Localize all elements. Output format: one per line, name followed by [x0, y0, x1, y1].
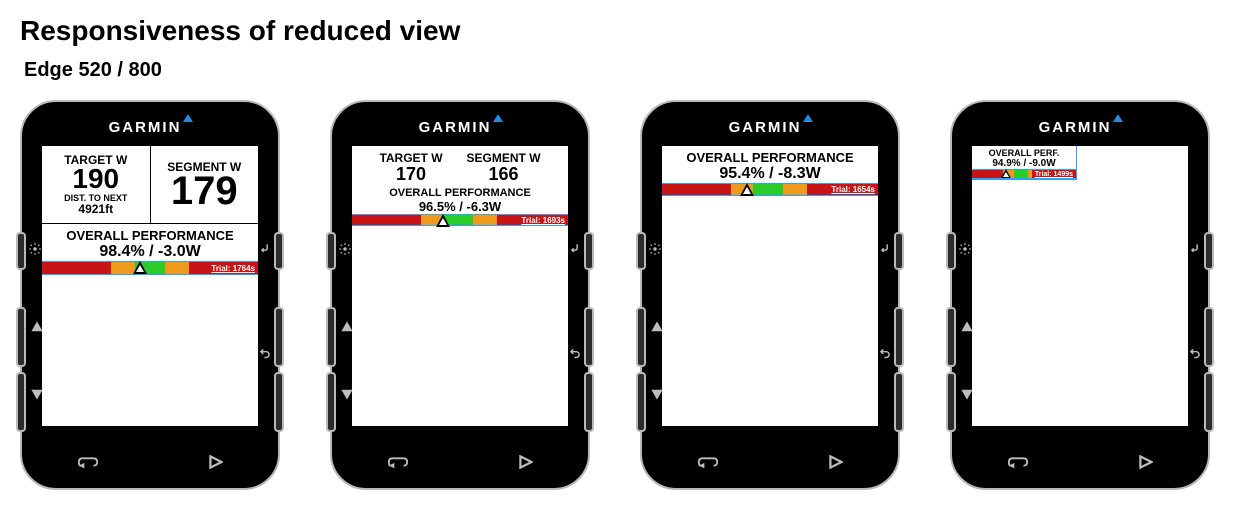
brightness-icon [646, 242, 664, 256]
side-button[interactable] [1204, 372, 1214, 432]
lap-icon [77, 453, 99, 474]
down-icon [958, 387, 976, 401]
up-icon [648, 320, 666, 334]
garmin-logo: GARMIN [1039, 116, 1122, 138]
top-fields: TARGET W 190 DIST. TO NEXT 4921ft SEGMEN… [42, 146, 258, 224]
page-subtitle: Edge 520 / 800 [20, 59, 1220, 82]
target-value: 170 [379, 164, 442, 185]
lap-icon [697, 453, 719, 474]
perf-value: 95.4% / -8.3W [662, 165, 878, 183]
back-icon [1186, 347, 1204, 361]
perf-gauge: Trial: 1764s [42, 261, 258, 275]
segment-value: 179 [171, 173, 238, 209]
side-button[interactable] [636, 307, 646, 367]
side-button[interactable] [894, 232, 904, 270]
screen: OVERALL PERFORMANCE 95.4% / -8.3W Trial:… [662, 146, 878, 426]
enter-icon [877, 242, 895, 256]
side-button[interactable] [946, 232, 956, 270]
side-button[interactable] [16, 232, 26, 270]
garmin-logo: GARMIN [109, 116, 192, 138]
device-3: GARMIN OVERALL PERFORMANCE 95.4% / -8.3W… [640, 100, 900, 490]
side-button[interactable] [16, 372, 26, 432]
play-icon [1139, 453, 1153, 474]
trial-badge: Trial: 1654s [828, 184, 878, 195]
enter-icon [567, 242, 585, 256]
side-button[interactable] [584, 232, 594, 270]
dist-value: 4921ft [78, 203, 113, 215]
perf-gauge: Trial: 1654s [662, 183, 878, 196]
play-icon [519, 453, 533, 474]
side-button[interactable] [894, 372, 904, 432]
side-button[interactable] [326, 307, 336, 367]
side-button[interactable] [326, 232, 336, 270]
perf-value: 94.9% / -9.0W [972, 158, 1076, 169]
screen: OVERALL PERF. 94.9% / -9.0W Trial: 1499s [972, 146, 1188, 426]
trial-badge: Trial: 1499s [1032, 170, 1076, 178]
brightness-icon [26, 242, 44, 256]
side-button[interactable] [636, 232, 646, 270]
segment-label: SEGMENT W [467, 152, 541, 164]
lap-icon [1007, 453, 1029, 474]
up-icon [28, 320, 46, 334]
perf-block: OVERALL PERFORMANCE 96.5% / -6.3W [352, 185, 568, 214]
perf-label: OVERALL PERFORMANCE [662, 150, 878, 165]
side-button[interactable] [274, 372, 284, 432]
enter-icon [257, 242, 275, 256]
device-4: GARMIN OVERALL PERF. 94.9% / -9.0W Trial… [950, 100, 1210, 490]
screen: TARGET W 190 DIST. TO NEXT 4921ft SEGMEN… [42, 146, 258, 426]
top-fields: TARGET W 170 SEGMENT W 166 [352, 146, 568, 185]
target-label: TARGET W [379, 152, 442, 164]
play-icon [209, 453, 223, 474]
side-button[interactable] [584, 307, 594, 367]
garmin-logo: GARMIN [729, 116, 812, 138]
side-button[interactable] [894, 307, 904, 367]
enter-icon [1187, 242, 1205, 256]
perf-value: 96.5% / -6.3W [352, 199, 568, 214]
perf-block: OVERALL PERFORMANCE 98.4% / -3.0W [42, 224, 258, 261]
side-button[interactable] [1204, 232, 1214, 270]
page-title: Responsiveness of reduced view [20, 15, 1220, 47]
up-icon [338, 320, 356, 334]
perf-gauge: Trial: 1499s [972, 169, 1076, 179]
side-button[interactable] [16, 307, 26, 367]
play-icon [829, 453, 843, 474]
perf-value: 98.4% / -3.0W [42, 243, 258, 261]
segment-value: 166 [467, 164, 541, 185]
device-2: GARMIN TARGET W 170 SEGMENT W 166 OVERAL… [330, 100, 590, 490]
back-icon [256, 347, 274, 361]
trial-badge: Trial: 1693s [518, 215, 568, 225]
side-button[interactable] [274, 307, 284, 367]
up-icon [958, 320, 976, 334]
device-1: GARMIN TARGET W 190 DIST. TO NEXT 4921ft… [20, 100, 280, 490]
down-icon [648, 387, 666, 401]
target-value: 190 [72, 166, 119, 191]
down-icon [28, 387, 46, 401]
side-button[interactable] [1204, 307, 1214, 367]
lap-icon [387, 453, 409, 474]
screen: TARGET W 170 SEGMENT W 166 OVERALL PERFO… [352, 146, 568, 426]
perf-gauge: Trial: 1693s [352, 214, 568, 226]
brightness-icon [956, 242, 974, 256]
device-row: GARMIN TARGET W 190 DIST. TO NEXT 4921ft… [20, 100, 1220, 490]
side-button[interactable] [326, 372, 336, 432]
back-icon [566, 347, 584, 361]
perf-widget: OVERALL PERF. 94.9% / -9.0W Trial: 1499s [972, 146, 1077, 180]
side-button[interactable] [636, 372, 646, 432]
trial-badge: Trial: 1764s [208, 262, 258, 274]
perf-label: OVERALL PERF. [972, 148, 1076, 158]
side-button[interactable] [584, 372, 594, 432]
side-button[interactable] [946, 372, 956, 432]
perf-label: OVERALL PERFORMANCE [352, 187, 568, 199]
perf-label: OVERALL PERFORMANCE [42, 228, 258, 243]
side-button[interactable] [946, 307, 956, 367]
perf-block: OVERALL PERFORMANCE 95.4% / -8.3W [662, 146, 878, 183]
down-icon [338, 387, 356, 401]
brightness-icon [336, 242, 354, 256]
side-button[interactable] [274, 232, 284, 270]
garmin-logo: GARMIN [419, 116, 502, 138]
back-icon [876, 347, 894, 361]
